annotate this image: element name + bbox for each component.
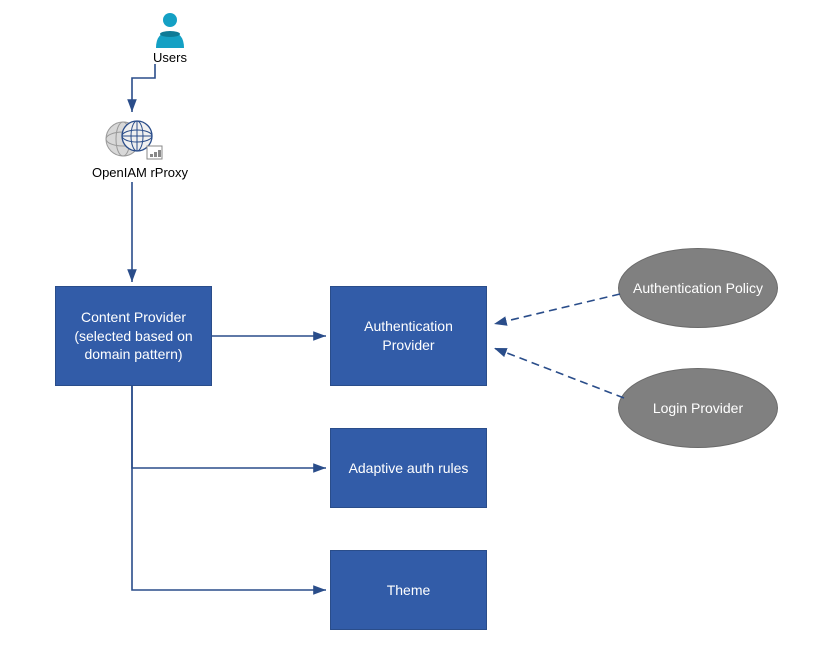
- auth-policy-node: Authentication Policy: [618, 248, 778, 328]
- content-provider-node: Content Provider (selected based on doma…: [55, 286, 212, 386]
- rproxy-label: OpenIAM rProxy: [80, 165, 200, 180]
- content-provider-text: Content Provider (selected based on doma…: [64, 308, 203, 365]
- auth-provider-text: Authentication Provider: [339, 317, 478, 355]
- auth-provider-node: Authentication Provider: [330, 286, 487, 386]
- login-provider-text: Login Provider: [653, 399, 743, 417]
- adaptive-rules-text: Adaptive auth rules: [349, 459, 469, 478]
- theme-node: Theme: [330, 550, 487, 630]
- adaptive-rules-node: Adaptive auth rules: [330, 428, 487, 508]
- globe-icon: [103, 116, 163, 162]
- theme-text: Theme: [387, 581, 431, 600]
- users-icon: [150, 10, 190, 50]
- auth-policy-text: Authentication Policy: [633, 279, 763, 297]
- users-label: Users: [140, 50, 200, 65]
- login-provider-node: Login Provider: [618, 368, 778, 448]
